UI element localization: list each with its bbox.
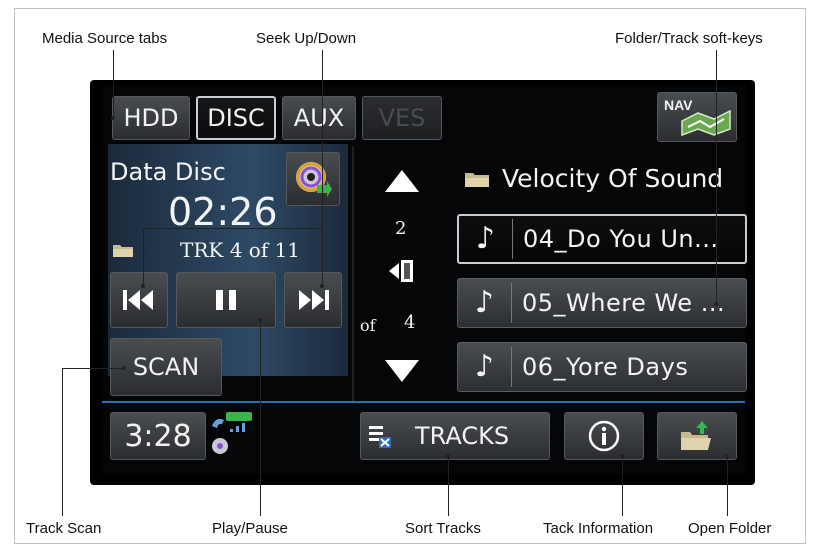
callout-folder-track-softkeys: Folder/Track soft-keys bbox=[615, 30, 763, 47]
panel-divider bbox=[352, 146, 354, 401]
leader-play-pause bbox=[260, 320, 261, 516]
source-label: Data Disc bbox=[110, 158, 226, 186]
track-name: 05_Where We ... bbox=[522, 289, 726, 317]
music-note-icon: ♪ bbox=[459, 219, 513, 259]
page-current: 2 bbox=[395, 218, 407, 239]
callout-play-pause: Play/Pause bbox=[212, 520, 288, 537]
phone-signal-icon bbox=[212, 412, 252, 454]
open-folder-button[interactable] bbox=[657, 412, 737, 460]
scan-button[interactable]: SCAN bbox=[110, 338, 222, 396]
callout-media-source-tabs: Media Source tabs bbox=[42, 30, 168, 47]
tab-disc[interactable]: DISC bbox=[196, 96, 276, 140]
info-icon bbox=[588, 420, 620, 452]
sort-list-icon bbox=[369, 426, 391, 448]
leader-dot bbox=[620, 454, 624, 458]
callout-track-information: Tack Information bbox=[543, 520, 654, 537]
music-note-icon: ♪ bbox=[458, 347, 512, 387]
track-name: 06_Yore Days bbox=[522, 353, 689, 381]
leader-dot bbox=[141, 284, 145, 288]
track-info-button[interactable] bbox=[564, 412, 644, 460]
page-total: 4 bbox=[404, 312, 416, 333]
leader-open-folder bbox=[727, 456, 728, 516]
page-of: of bbox=[360, 316, 376, 335]
seek-previous-button[interactable] bbox=[110, 272, 168, 328]
leader-seek-up-down bbox=[322, 50, 323, 288]
seek-next-button[interactable] bbox=[284, 272, 342, 328]
leader-dot bbox=[714, 302, 718, 306]
leader-dot bbox=[446, 454, 450, 458]
track-softkey-3[interactable]: ♪ 06_Yore Days bbox=[457, 342, 747, 392]
leader-sort-tracks bbox=[448, 456, 449, 516]
lcd-display: HDD DISC AUX VES NAV Data Disc 02:26 TRK… bbox=[102, 86, 747, 474]
sort-tracks-button[interactable]: TRACKS bbox=[360, 412, 550, 460]
seek-next-icon bbox=[299, 290, 329, 310]
leader-seek-up-down-horizontal bbox=[143, 228, 323, 229]
leader-dot bbox=[111, 116, 115, 120]
leader-track-scan-horizontal bbox=[62, 368, 124, 369]
leader-track-information bbox=[622, 456, 623, 516]
leader-dot bbox=[725, 454, 729, 458]
leader-dot bbox=[122, 366, 126, 370]
disc-eject-button[interactable] bbox=[286, 152, 340, 206]
music-note-icon: ♪ bbox=[458, 283, 512, 323]
list-down-arrow-icon[interactable] bbox=[385, 360, 419, 382]
back-to-folder-icon[interactable] bbox=[387, 256, 417, 286]
leader-track-scan bbox=[62, 368, 63, 516]
clock-display: 3:28 bbox=[110, 412, 206, 460]
list-up-arrow-icon[interactable] bbox=[385, 170, 419, 192]
leader-dot bbox=[258, 318, 262, 322]
track-softkey-1[interactable]: ♪ 04_Do You Un... bbox=[457, 214, 747, 264]
tab-ves: VES bbox=[362, 96, 442, 140]
leader-dot bbox=[320, 284, 324, 288]
tab-aux[interactable]: AUX bbox=[282, 96, 356, 140]
track-softkey-2[interactable]: ♪ 05_Where We ... bbox=[457, 278, 747, 328]
map-icon bbox=[681, 109, 731, 137]
callout-open-folder: Open Folder bbox=[688, 520, 772, 537]
callout-seek-up-down: Seek Up/Down bbox=[256, 30, 357, 47]
callout-sort-tracks: Sort Tracks bbox=[405, 520, 481, 537]
callout-track-scan: Track Scan bbox=[26, 520, 102, 537]
nav-button[interactable]: NAV bbox=[657, 92, 737, 142]
seek-previous-icon bbox=[123, 290, 153, 310]
leader-seek-prev-vertical bbox=[143, 228, 144, 286]
tracks-label: TRACKS bbox=[415, 422, 510, 450]
track-name: 04_Do You Un... bbox=[523, 225, 719, 253]
accent-divider bbox=[102, 401, 745, 403]
folder-heading-icon bbox=[465, 173, 489, 187]
leader-media-source-tabs bbox=[113, 50, 114, 118]
tab-hdd[interactable]: HDD bbox=[112, 96, 190, 140]
folder-name: Velocity Of Sound bbox=[502, 164, 724, 193]
head-unit-screen: HDD DISC AUX VES NAV Data Disc 02:26 TRK… bbox=[90, 80, 755, 485]
disc-icon bbox=[296, 162, 332, 197]
leader-folder-track-softkeys bbox=[716, 50, 717, 304]
track-info: TRK 4 of 11 bbox=[180, 238, 301, 262]
folder-icon bbox=[113, 245, 133, 257]
open-folder-icon bbox=[681, 421, 711, 450]
pause-icon bbox=[216, 290, 236, 310]
